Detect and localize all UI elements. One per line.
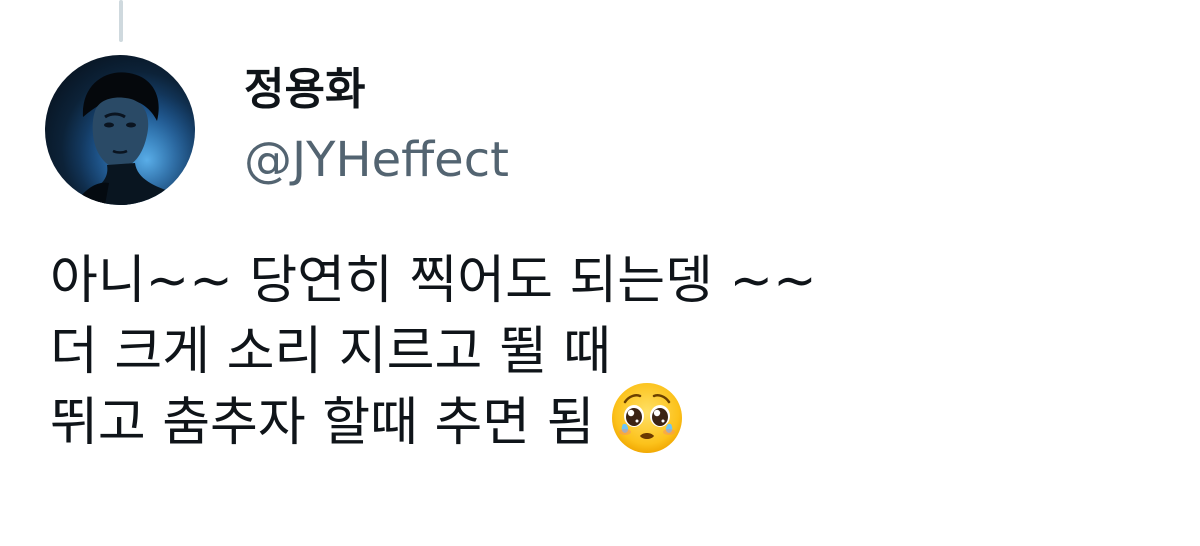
thread-connector-line [119,0,123,42]
avatar[interactable] [45,55,195,205]
tweet-text: 아니~~ 당연히 찍어도 되는뎅 ~~ 더 크게 소리 지르고 뛸 때 뛰고 춤… [50,246,1150,459]
user-handle[interactable]: @JYHeffect [244,130,509,190]
pleading-face-icon [609,380,685,456]
tweet-line-1: 아니~~ 당연히 찍어도 되는뎅 ~~ [50,251,817,311]
tweet-line-3-text: 뛰고 춤추자 할때 추면 됨 [50,393,595,453]
display-name[interactable]: 정용화 [244,62,365,118]
tweet-line-3: 뛰고 춤추자 할때 추면 됨 [50,383,1150,459]
avatar-image [45,55,195,205]
tweet-line-2: 더 크게 소리 지르고 뛸 때 [50,322,612,382]
